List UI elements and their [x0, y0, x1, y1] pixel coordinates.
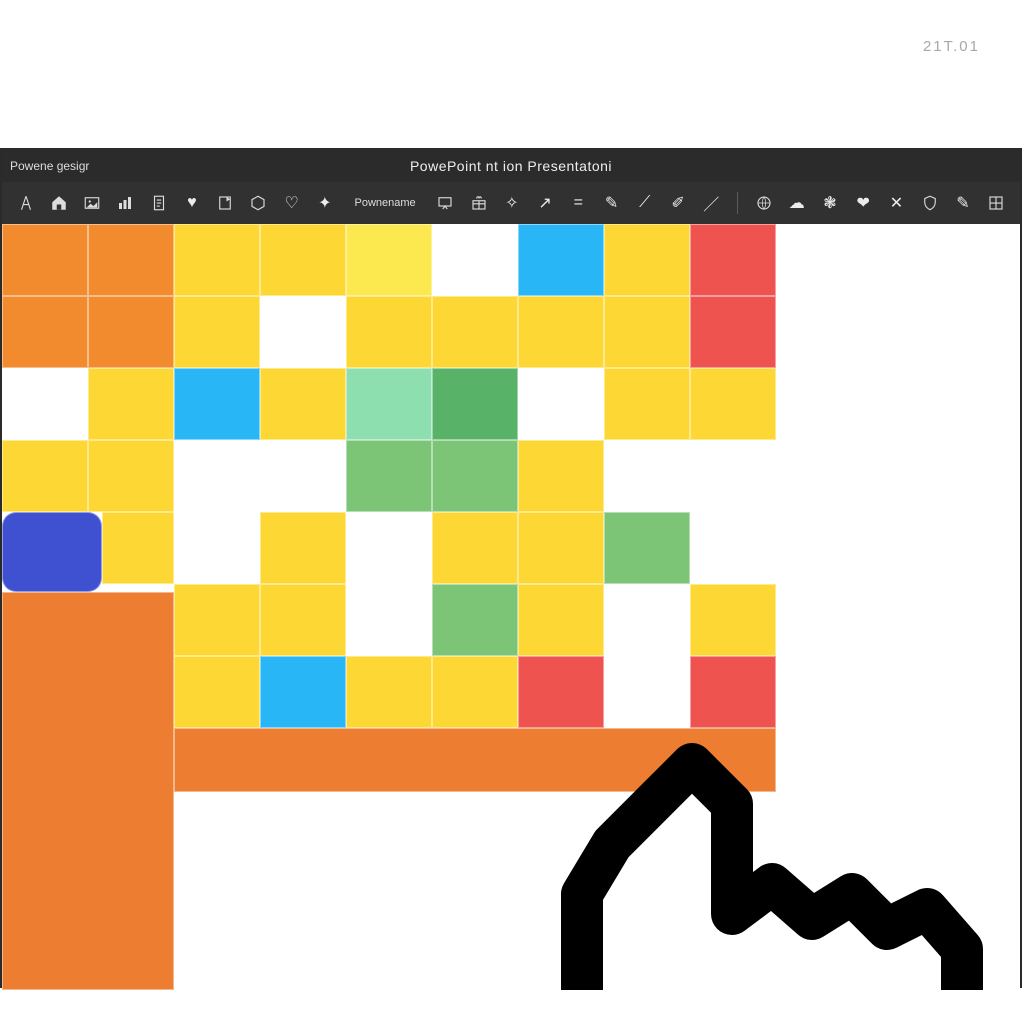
grid-cell[interactable]	[346, 656, 432, 728]
grid-cell[interactable]	[518, 368, 604, 440]
grid-cell[interactable]	[432, 584, 518, 656]
grid-cell[interactable]	[260, 656, 346, 728]
paint-icon[interactable]: ✎	[953, 193, 972, 213]
grid-block[interactable]	[2, 592, 174, 990]
heart-badge-icon[interactable]: ♥	[182, 193, 201, 213]
color-grid[interactable]	[2, 224, 776, 990]
grid-cell[interactable]	[260, 512, 346, 584]
shield-icon[interactable]	[920, 193, 939, 213]
cross-tools-icon[interactable]: ✕	[887, 193, 906, 213]
chart-icon[interactable]	[116, 193, 135, 213]
grid-cell[interactable]	[604, 584, 690, 656]
grid-cell[interactable]	[2, 296, 88, 368]
grid-cell[interactable]	[690, 584, 776, 656]
arrow-icon[interactable]: ↗	[535, 193, 554, 213]
grid-cell[interactable]	[346, 296, 432, 368]
canvas[interactable]	[2, 224, 1020, 990]
grid-cell[interactable]	[174, 368, 260, 440]
window-title: PowePoint nt ion Presentatoni	[410, 158, 612, 174]
picture-icon[interactable]	[83, 193, 102, 213]
grid-cell[interactable]	[2, 440, 88, 512]
grid-cell[interactable]	[88, 296, 174, 368]
grid-cell[interactable]	[604, 224, 690, 296]
grid-cell[interactable]	[690, 296, 776, 368]
cloud-icon[interactable]: ☁	[787, 193, 806, 213]
grid-cell[interactable]	[260, 584, 346, 656]
grid-cell[interactable]	[690, 440, 776, 512]
grid-cell[interactable]	[346, 440, 432, 512]
grid-cell[interactable]	[88, 368, 174, 440]
grid-cell[interactable]	[346, 368, 432, 440]
gift-icon[interactable]	[469, 193, 488, 213]
corner-code-label: 21T.01	[923, 38, 980, 55]
grid-cell[interactable]	[174, 512, 260, 584]
equals-icon[interactable]: =	[569, 193, 588, 213]
grid-cell[interactable]	[690, 224, 776, 296]
grid-cell[interactable]	[604, 656, 690, 728]
hex-icon[interactable]	[249, 193, 268, 213]
grid-cell[interactable]	[518, 224, 604, 296]
brush-icon[interactable]: ✎	[602, 193, 621, 213]
heart-icon[interactable]: ♡	[282, 193, 301, 213]
grid-cell[interactable]	[260, 368, 346, 440]
grid-cell[interactable]	[518, 440, 604, 512]
grid-cell[interactable]	[690, 656, 776, 728]
document-icon[interactable]	[149, 193, 168, 213]
grid-cell[interactable]	[518, 584, 604, 656]
grid-cell[interactable]	[174, 224, 260, 296]
grid-cell[interactable]	[346, 584, 432, 656]
grid-cell[interactable]	[432, 440, 518, 512]
grid-cell[interactable]	[690, 368, 776, 440]
grid-cell[interactable]	[690, 512, 776, 584]
grid-block[interactable]	[174, 728, 776, 792]
grid-cell[interactable]	[88, 440, 174, 512]
grid-cell[interactable]	[432, 368, 518, 440]
grid-cell[interactable]	[604, 296, 690, 368]
pencil-slash-icon[interactable]: ⟋	[635, 193, 654, 213]
grid-cell[interactable]	[2, 512, 102, 592]
grid-cell[interactable]	[432, 512, 518, 584]
grid-cell[interactable]	[260, 440, 346, 512]
note-icon[interactable]	[216, 193, 235, 213]
swirl-icon[interactable]: ❃	[820, 193, 839, 213]
line-icon[interactable]: ／	[702, 193, 721, 213]
grid-cell[interactable]	[432, 224, 518, 296]
grid-cell[interactable]	[518, 296, 604, 368]
grid-cell[interactable]	[260, 224, 346, 296]
bird-icon[interactable]: ❤	[854, 193, 873, 213]
globe-icon[interactable]	[754, 193, 773, 213]
title-left-text: Powene gesigr	[10, 159, 89, 173]
grid-cell[interactable]	[518, 512, 604, 584]
grid-cell[interactable]	[346, 224, 432, 296]
grid-cell[interactable]	[604, 512, 690, 584]
toolbar-group-label: Pownename	[355, 197, 416, 209]
grid-cell[interactable]	[518, 656, 604, 728]
grid-cell[interactable]	[174, 584, 260, 656]
grid-cell[interactable]	[88, 224, 174, 296]
grid-cell[interactable]	[604, 368, 690, 440]
grid-cell[interactable]	[260, 296, 346, 368]
app-window: Powene gesigr PowePoint nt ion Presentat…	[0, 148, 1022, 988]
grid-cell[interactable]	[432, 656, 518, 728]
grid-icon[interactable]	[987, 193, 1006, 213]
wand-icon[interactable]: ✧	[502, 193, 521, 213]
grid-cell[interactable]	[346, 512, 432, 584]
home-icon[interactable]	[49, 193, 68, 213]
grid-cell[interactable]	[174, 656, 260, 728]
titlebar: Powene gesigr PowePoint nt ion Presentat…	[2, 150, 1020, 182]
grid-cell[interactable]	[2, 224, 88, 296]
grid-cell[interactable]	[174, 440, 260, 512]
grid-cell[interactable]	[174, 296, 260, 368]
toolbar: ♥ ♡ ✦ Pownename ✧ ↗ = ✎ ⟋ ✐ ／ ☁ ❃ ❤ ✕	[2, 182, 1020, 224]
edit-icon[interactable]: ✐	[668, 193, 687, 213]
compass-icon[interactable]	[16, 193, 35, 213]
grid-cell[interactable]	[432, 296, 518, 368]
grid-cell[interactable]	[102, 512, 174, 584]
presentation-icon[interactable]	[436, 193, 455, 213]
grid-cell[interactable]	[2, 368, 88, 440]
toolbar-separator	[737, 192, 738, 214]
grid-cell[interactable]	[604, 440, 690, 512]
sparkle-icon[interactable]: ✦	[315, 193, 334, 213]
